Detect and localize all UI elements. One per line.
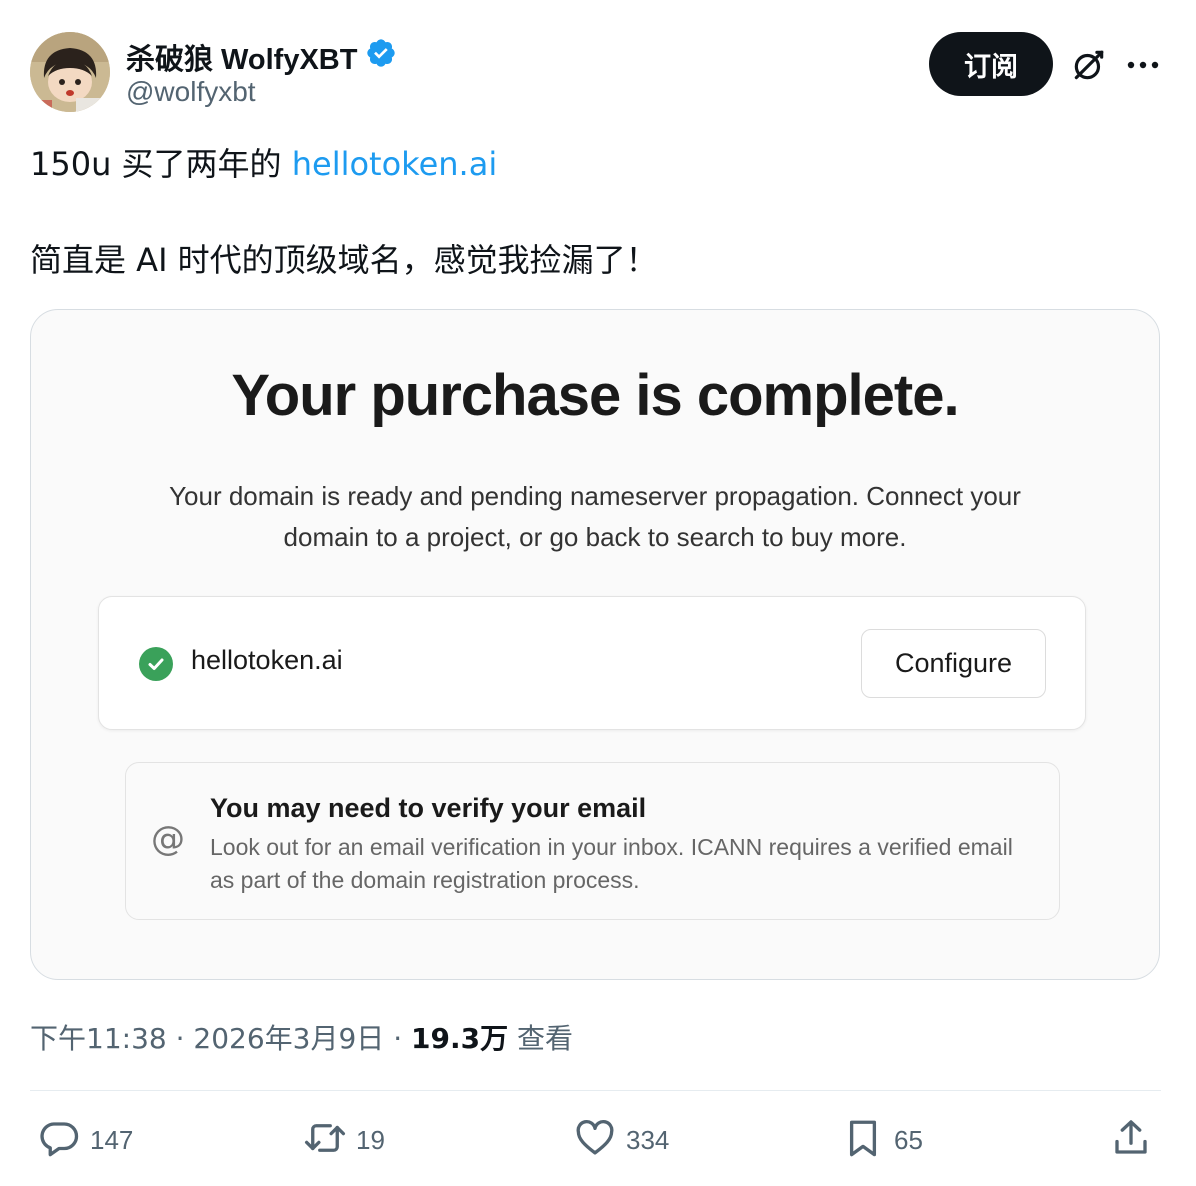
- reply-count: 147: [90, 1124, 134, 1155]
- reply-icon: [38, 1117, 80, 1164]
- engagement-bar: 147 19 334 65: [30, 1108, 1166, 1172]
- avatar[interactable]: [30, 32, 110, 112]
- email-notice-body: Look out for an email verification in yo…: [210, 834, 1013, 893]
- purchase-description-line-2: domain to a project, or go back to searc…: [283, 522, 907, 552]
- tweet-meta: 下午11:38 · 2026年3月9日 · 19.3万 查看: [30, 1017, 573, 1057]
- tweet-media-image[interactable]: Your purchase is complete. Your domain i…: [30, 309, 1160, 980]
- retweet-button[interactable]: 19: [304, 1108, 385, 1172]
- author-name-text[interactable]: 杀破狼 WolfyXBT: [126, 36, 357, 78]
- verified-badge-icon: [365, 37, 397, 77]
- tweet-text: 150u 买了两年的 hellotoken.ai 简直是 AI 时代的顶级域名，…: [30, 140, 1160, 284]
- configure-button[interactable]: Configure: [861, 629, 1046, 698]
- more-icon[interactable]: [1122, 44, 1164, 86]
- views-label: 查看: [508, 1022, 573, 1055]
- tweet-line-2: 简直是 AI 时代的顶级域名，感觉我捡漏了！: [30, 241, 658, 279]
- like-count: 334: [626, 1124, 670, 1155]
- tweet-date[interactable]: 2026年3月9日: [193, 1022, 384, 1055]
- like-button[interactable]: 334: [574, 1108, 669, 1172]
- divider: [30, 1090, 1161, 1091]
- domain-name: hellotoken.ai: [191, 645, 343, 675]
- bookmark-icon: [842, 1117, 884, 1164]
- tweet-line-1: 150u 买了两年的 hellotoken.ai: [30, 140, 1160, 188]
- purchase-title: Your purchase is complete.: [231, 363, 959, 428]
- tweet-time[interactable]: 下午11:38: [30, 1022, 167, 1055]
- tweet-header: 杀破狼 WolfyXBT @wolfyxbt 订阅: [30, 30, 1166, 114]
- tweet-line-1-text: 150u 买了两年的: [30, 145, 292, 183]
- purchase-description-line-1: Your domain is ready and pending nameser…: [169, 481, 1021, 511]
- heart-icon: [574, 1117, 616, 1164]
- author-display-name[interactable]: 杀破狼 WolfyXBT: [126, 36, 397, 78]
- domain-link[interactable]: hellotoken.ai: [292, 145, 497, 183]
- meta-separator: ·: [166, 1022, 194, 1055]
- reply-button[interactable]: 147: [38, 1108, 133, 1172]
- share-button[interactable]: [1110, 1108, 1152, 1172]
- check-circle-icon: [139, 647, 173, 681]
- retweet-icon: [304, 1117, 346, 1164]
- bookmark-count: 65: [894, 1124, 923, 1155]
- views-count: 19.3万: [411, 1022, 509, 1055]
- domain-card: hellotoken.ai Configure: [98, 596, 1086, 730]
- bookmark-button[interactable]: 65: [842, 1108, 923, 1172]
- email-notice-title: You may need to verify your email: [210, 793, 647, 823]
- author-handle[interactable]: @wolfyxbt: [126, 76, 256, 108]
- at-sign-icon: @: [151, 819, 185, 859]
- share-icon: [1110, 1117, 1152, 1164]
- subscribe-button[interactable]: 订阅: [929, 32, 1053, 96]
- purchase-description: Your domain is ready and pending nameser…: [31, 476, 1159, 558]
- retweet-count: 19: [356, 1124, 385, 1155]
- grok-icon[interactable]: [1068, 44, 1110, 86]
- meta-separator-2: ·: [384, 1022, 411, 1055]
- email-verification-notice: @ You may need to verify your email Look…: [125, 762, 1060, 920]
